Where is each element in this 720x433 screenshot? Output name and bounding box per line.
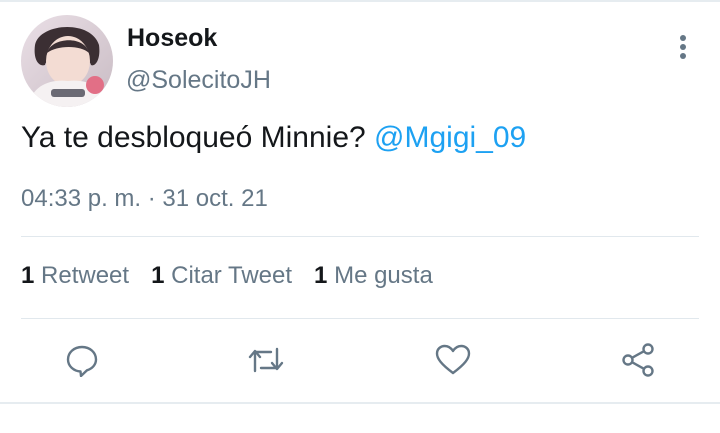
quotes-label: Citar Tweet	[164, 262, 293, 289]
likes-count: 1	[314, 262, 328, 289]
likes-stat[interactable]: 1 Me gusta	[314, 262, 433, 290]
divider	[21, 236, 699, 237]
reply-button[interactable]	[60, 338, 104, 382]
quotes-count: 1	[151, 262, 165, 289]
bottom-divider	[0, 402, 720, 404]
display-name[interactable]: Hoseok	[127, 24, 217, 53]
tweet-body: Ya te desbloqueó Minnie?	[21, 121, 375, 154]
avatar[interactable]	[21, 15, 113, 107]
mention-link[interactable]: @Mgigi_09	[374, 121, 526, 154]
heart-icon	[435, 344, 471, 375]
likes-label: Me gusta	[327, 262, 433, 289]
more-options-button[interactable]	[670, 30, 696, 64]
share-icon	[622, 343, 654, 377]
top-divider	[0, 0, 720, 2]
share-button[interactable]	[616, 338, 660, 382]
retweets-count: 1	[21, 262, 35, 289]
quotes-stat[interactable]: 1 Citar Tweet	[151, 262, 292, 290]
like-button[interactable]	[431, 338, 475, 382]
retweets-label: Retweet	[34, 262, 130, 289]
tweet-timestamp[interactable]: 04:33 p. m. · 31 oct. 21	[21, 185, 268, 213]
tweet-text: Ya te desbloqueó Minnie? @Mgigi_09	[21, 121, 526, 155]
retweets-stat[interactable]: 1 Retweet	[21, 262, 129, 290]
retweet-icon	[248, 347, 284, 373]
retweet-button[interactable]	[244, 338, 288, 382]
divider	[21, 318, 699, 319]
tweet-detail: Hoseok @SolecitoJH Ya te desbloqueó Minn…	[0, 0, 720, 433]
more-vertical-icon	[680, 35, 686, 59]
user-handle[interactable]: @SolecitoJH	[126, 66, 271, 95]
comment-icon	[66, 345, 98, 377]
tweet-stats: 1 Retweet 1 Citar Tweet 1 Me gusta	[21, 262, 433, 290]
